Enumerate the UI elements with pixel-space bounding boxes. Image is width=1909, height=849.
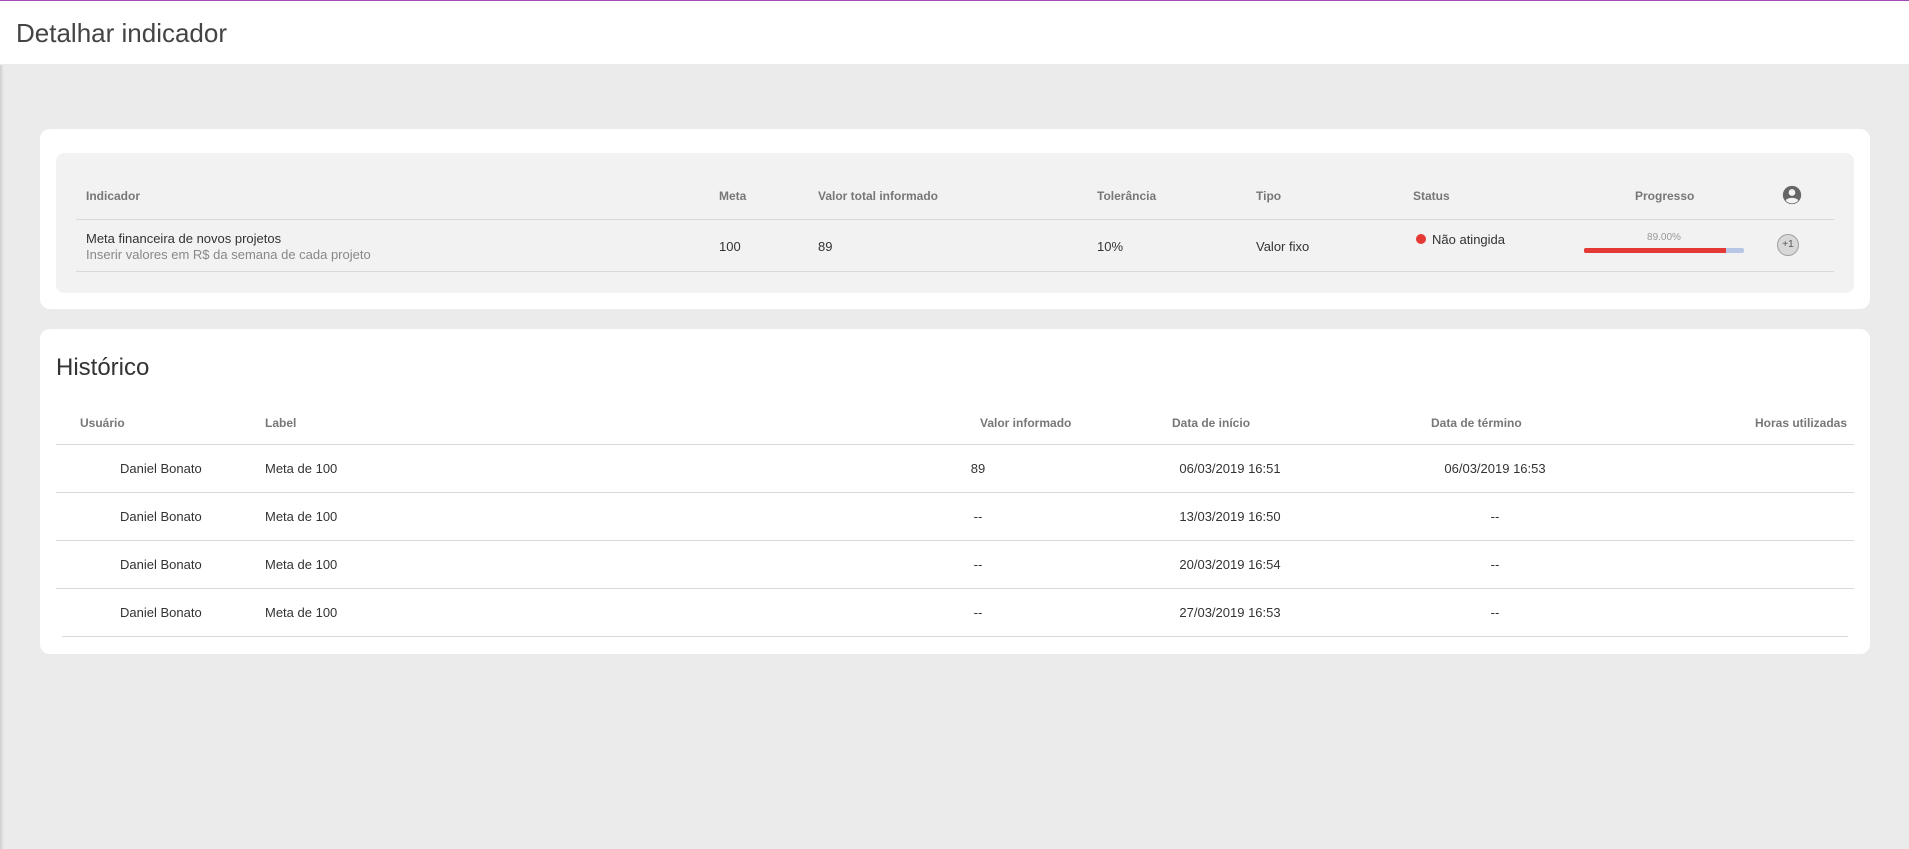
history-label: Meta de 100 bbox=[265, 509, 338, 524]
history-label: Meta de 100 bbox=[265, 605, 338, 620]
progress-label: 89.00% bbox=[1647, 232, 1681, 243]
col-valor-informado: Valor informado bbox=[980, 416, 1072, 430]
history-usuario: Daniel Bonato bbox=[120, 557, 202, 572]
history-valor: -- bbox=[973, 605, 983, 620]
indicator-name: Meta financeira de novos projetos bbox=[86, 231, 282, 246]
progress-fill bbox=[1584, 248, 1727, 253]
history-label: Meta de 100 bbox=[265, 557, 338, 572]
left-shadow bbox=[0, 65, 4, 849]
indicator-status: Não atingida bbox=[1432, 232, 1505, 247]
col-valor-total: Valor total informado bbox=[818, 189, 939, 203]
page-header: Detalhar indicador bbox=[0, 1, 1909, 64]
history-valor: 89 bbox=[970, 461, 986, 476]
history-valor: -- bbox=[973, 509, 983, 524]
history-title: Histórico bbox=[56, 354, 150, 381]
history-inicio: 27/03/2019 16:53 bbox=[1179, 605, 1281, 620]
history-usuario: Daniel Bonato bbox=[120, 605, 202, 620]
indicator-tolerancia: 10% bbox=[1097, 239, 1124, 254]
history-termino: -- bbox=[1490, 605, 1500, 620]
history-label: Meta de 100 bbox=[265, 461, 338, 476]
col-meta: Meta bbox=[719, 189, 747, 203]
indicator-table: Indicador Meta Valor total informado Tol… bbox=[56, 153, 1854, 293]
indicator-card: Indicador Meta Valor total informado Tol… bbox=[40, 129, 1870, 309]
col-indicador: Indicador bbox=[86, 189, 141, 203]
history-row-divider bbox=[56, 588, 1854, 589]
history-card: Histórico Usuário Label Valor informado … bbox=[40, 329, 1870, 654]
history-inicio: 13/03/2019 16:50 bbox=[1179, 509, 1281, 524]
history-row-divider bbox=[62, 636, 1848, 637]
indicator-description: Inserir valores em R$ da semana de cada … bbox=[86, 247, 371, 262]
col-tolerancia: Tolerância bbox=[1097, 189, 1157, 203]
col-usuario: Usuário bbox=[80, 416, 125, 430]
col-data-inicio: Data de início bbox=[1172, 416, 1251, 430]
history-termino: -- bbox=[1490, 509, 1500, 524]
history-termino: -- bbox=[1490, 557, 1500, 572]
row-divider bbox=[76, 271, 1834, 272]
indicator-meta: 100 bbox=[719, 239, 741, 254]
indicator-tipo: Valor fixo bbox=[1256, 239, 1310, 254]
account-circle-icon bbox=[1782, 185, 1802, 205]
progress-bar bbox=[1584, 248, 1744, 253]
header-divider bbox=[76, 219, 1834, 220]
history-header-divider bbox=[56, 444, 1854, 445]
col-progresso: Progresso bbox=[1635, 189, 1695, 203]
history-inicio: 06/03/2019 16:51 bbox=[1179, 461, 1281, 476]
indicator-valor-total: 89 bbox=[818, 239, 833, 254]
col-data-termino: Data de término bbox=[1431, 416, 1522, 430]
col-horas: Horas utilizadas bbox=[1755, 416, 1848, 430]
col-tipo: Tipo bbox=[1256, 189, 1282, 203]
col-status: Status bbox=[1413, 189, 1450, 203]
extra-responsibles-badge[interactable]: +1 bbox=[1777, 234, 1799, 256]
history-termino: 06/03/2019 16:53 bbox=[1444, 461, 1546, 476]
history-usuario: Daniel Bonato bbox=[120, 509, 202, 524]
page-title: Detalhar indicador bbox=[16, 18, 228, 48]
history-usuario: Daniel Bonato bbox=[120, 461, 202, 476]
history-row-divider bbox=[56, 492, 1854, 493]
history-row-divider bbox=[56, 540, 1854, 541]
history-inicio: 20/03/2019 16:54 bbox=[1179, 557, 1281, 572]
history-valor: -- bbox=[973, 557, 983, 572]
col-label: Label bbox=[265, 416, 297, 430]
status-dot bbox=[1416, 234, 1426, 244]
